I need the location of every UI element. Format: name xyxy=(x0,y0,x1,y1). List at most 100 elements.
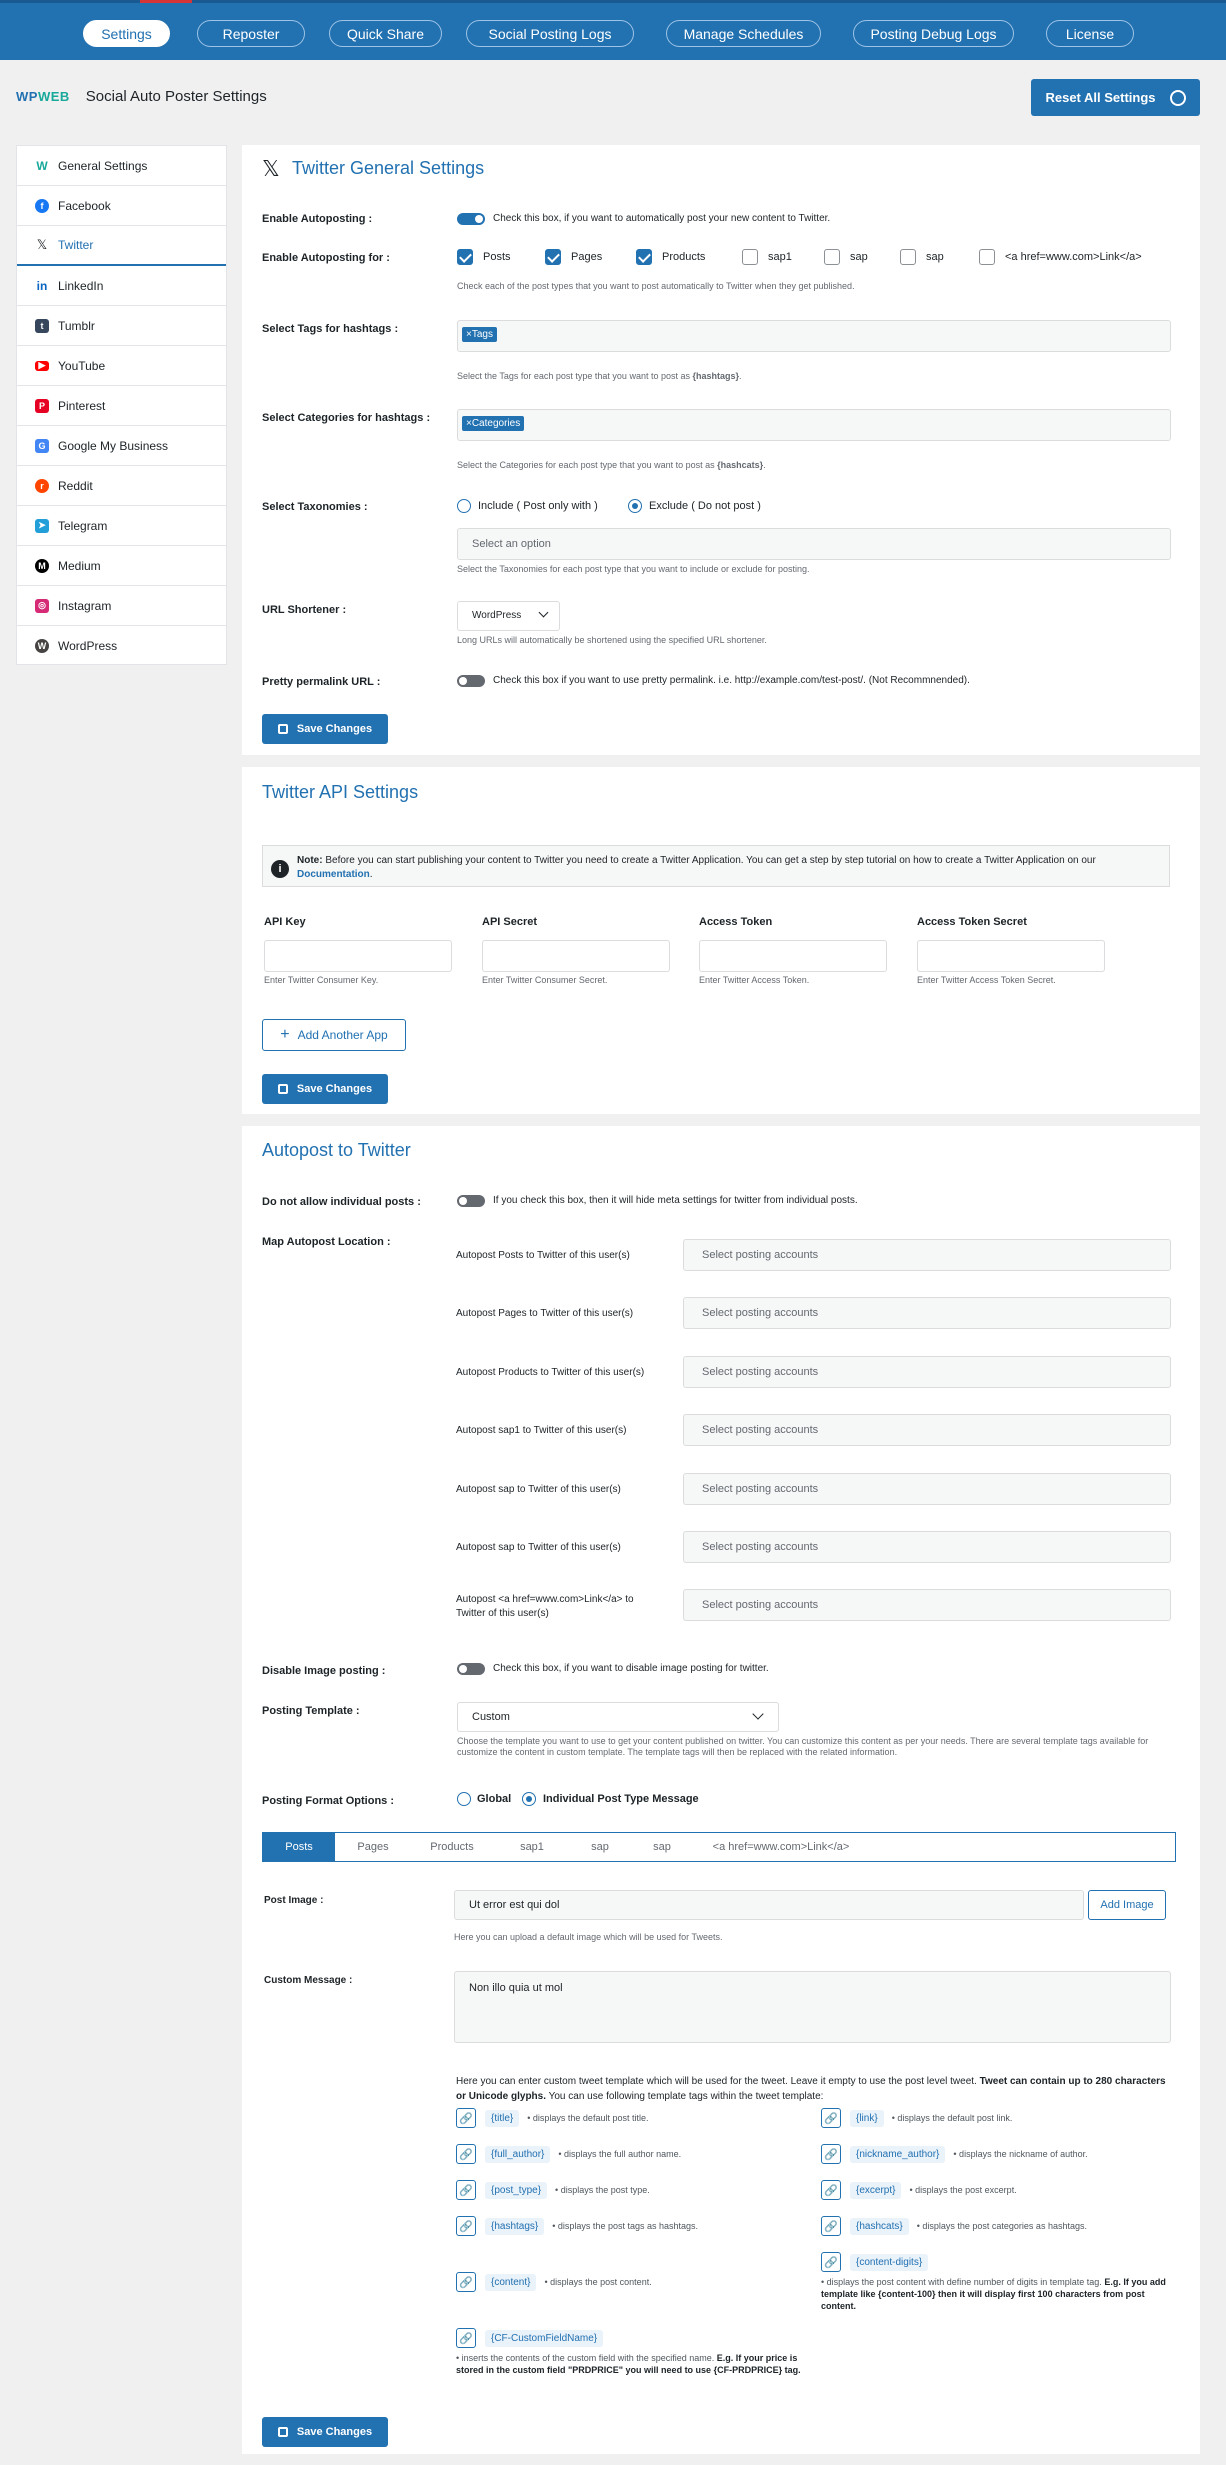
tab-products[interactable]: Products xyxy=(411,1833,493,1861)
save-icon xyxy=(277,1084,288,1094)
link-icon[interactable]: 🔗 xyxy=(456,2180,476,2200)
url-shortener-select[interactable]: WordPress xyxy=(457,601,560,631)
pretty-permalink-toggle[interactable] xyxy=(457,675,485,687)
taxonomy-exclude-radio[interactable] xyxy=(628,499,642,513)
reset-label: Reset All Settings xyxy=(1045,90,1156,105)
categories-hashtags-select[interactable]: ×Categories xyxy=(457,409,1171,441)
add-image-button[interactable]: Add Image xyxy=(1088,1890,1166,1920)
nav-posting-debug-logs[interactable]: Posting Debug Logs xyxy=(853,20,1014,47)
template-tag-chip[interactable]: {link} xyxy=(850,2109,884,2127)
template-tag-chip[interactable]: {hashtags} xyxy=(485,2217,545,2235)
format-individual-radio[interactable] xyxy=(522,1792,536,1806)
sidebar-item-pinterest[interactable]: P Pinterest xyxy=(17,386,226,426)
posting-accounts-select[interactable]: Select posting accounts xyxy=(683,1473,1171,1505)
api-key-label: API Key xyxy=(264,916,306,928)
template-tag-chip[interactable]: {excerpt} xyxy=(850,2181,902,2199)
taxonomy-include-radio[interactable] xyxy=(457,499,471,513)
sidebar-item-twitter[interactable]: 𝕏 Twitter xyxy=(17,226,226,266)
format-global-radio[interactable] xyxy=(457,1792,471,1806)
link-icon[interactable]: 🔗 xyxy=(821,2252,841,2272)
save-changes-button[interactable]: Save Changes xyxy=(262,2417,388,2447)
sidebar-item-tumblr[interactable]: t Tumblr xyxy=(17,306,226,346)
posting-accounts-select[interactable]: Select posting accounts xyxy=(683,1531,1171,1563)
template-tag-chip[interactable]: {post_type} xyxy=(485,2181,548,2199)
map-autopost-location-label: Map Autopost Location : xyxy=(262,1236,391,1248)
posttype-link-checkbox[interactable] xyxy=(979,249,995,265)
link-icon[interactable]: 🔗 xyxy=(456,2216,476,2236)
tags-hashtags-select[interactable]: ×Tags xyxy=(457,320,1171,352)
nav-reposter[interactable]: Reposter xyxy=(197,20,305,47)
sidebar-item-medium[interactable]: M Medium xyxy=(17,546,226,586)
categories-hashtags-label: Select Categories for hashtags : xyxy=(262,412,431,424)
tab-sap[interactable]: sap xyxy=(629,1833,695,1861)
tab-sap1[interactable]: sap1 xyxy=(493,1833,571,1861)
enable-autoposting-label: Enable Autoposting : xyxy=(262,213,373,225)
posttype-products-checkbox[interactable] xyxy=(636,249,652,265)
wpweb-icon: W xyxy=(35,158,49,173)
documentation-link[interactable]: Documentation xyxy=(297,869,370,880)
sidebar-item-instagram[interactable]: ◎ Instagram xyxy=(17,586,226,626)
posting-accounts-select[interactable]: Select posting accounts xyxy=(683,1297,1171,1329)
tab-link[interactable]: <a href=www.com>Link</a> xyxy=(695,1833,867,1861)
template-tag-chip[interactable]: {content-digits} xyxy=(850,2253,929,2271)
posttype-pages-checkbox[interactable] xyxy=(545,249,561,265)
sidebar-item-reddit[interactable]: r Reddit xyxy=(17,466,226,506)
template-tag-chip[interactable]: {title} xyxy=(485,2109,520,2127)
link-icon[interactable]: 🔗 xyxy=(821,2108,841,2128)
sidebar-item-google-my-business[interactable]: G Google My Business xyxy=(17,426,226,466)
posting-accounts-select[interactable]: Select posting accounts xyxy=(683,1589,1171,1621)
nav-settings[interactable]: Settings xyxy=(83,20,170,47)
sidebar-item-telegram[interactable]: ➤ Telegram xyxy=(17,506,226,546)
enable-autoposting-toggle[interactable] xyxy=(457,213,485,225)
add-another-app-button[interactable]: + Add Another App xyxy=(262,1019,406,1051)
link-icon[interactable]: 🔗 xyxy=(821,2180,841,2200)
link-icon[interactable]: 🔗 xyxy=(821,2144,841,2164)
custom-message-label: Custom Message : xyxy=(264,1975,353,1986)
no-individual-posts-toggle[interactable] xyxy=(457,1195,485,1207)
link-icon[interactable]: 🔗 xyxy=(456,2272,476,2292)
posttype-sap-checkbox[interactable] xyxy=(824,249,840,265)
sidebar-item-linkedin[interactable]: in LinkedIn xyxy=(17,266,226,306)
posttype-sap-checkbox[interactable] xyxy=(900,249,916,265)
access-token-secret-input[interactable] xyxy=(917,940,1105,972)
save-changes-button[interactable]: Save Changes xyxy=(262,1074,388,1104)
reset-all-settings-button[interactable]: Reset All Settings xyxy=(1031,79,1200,116)
tag-chip[interactable]: ×Tags xyxy=(462,327,497,342)
posting-template-select[interactable]: Custom xyxy=(457,1702,779,1732)
nav-license[interactable]: License xyxy=(1046,20,1134,47)
posting-accounts-select[interactable]: Select posting accounts xyxy=(683,1356,1171,1388)
link-icon[interactable]: 🔗 xyxy=(821,2216,841,2236)
template-tag-chip[interactable]: {full_author} xyxy=(485,2145,551,2163)
link-icon[interactable]: 🔗 xyxy=(456,2328,476,2348)
post-image-input[interactable]: Ut error est qui dol xyxy=(454,1890,1084,1920)
sidebar-item-facebook[interactable]: f Facebook xyxy=(17,186,226,226)
template-tag-chip[interactable]: {CF-CustomFieldName} xyxy=(485,2329,604,2347)
taxonomy-exclude-label: Exclude ( Do not post ) xyxy=(649,500,761,512)
access-token-input[interactable] xyxy=(699,940,887,972)
api-key-input[interactable] xyxy=(264,940,452,972)
posttype-sap1-checkbox[interactable] xyxy=(742,249,758,265)
tab-pages[interactable]: Pages xyxy=(335,1833,411,1861)
disable-image-posting-toggle[interactable] xyxy=(457,1663,485,1675)
api-secret-input[interactable] xyxy=(482,940,670,972)
template-tag-chip[interactable]: {hashcats} xyxy=(850,2217,909,2235)
custom-message-textarea[interactable]: Non illo quia ut mol xyxy=(454,1971,1171,2043)
tab-posts[interactable]: Posts xyxy=(263,1833,335,1861)
nav-social-posting-logs[interactable]: Social Posting Logs xyxy=(466,20,634,47)
link-icon[interactable]: 🔗 xyxy=(456,2144,476,2164)
category-chip[interactable]: ×Categories xyxy=(462,416,525,431)
sidebar-item-general-settings[interactable]: W General Settings xyxy=(17,146,226,186)
sidebar-item-youtube[interactable]: ▶ YouTube xyxy=(17,346,226,386)
save-changes-button[interactable]: Save Changes xyxy=(262,714,388,744)
sidebar-item-wordpress[interactable]: W WordPress xyxy=(17,626,226,666)
link-icon[interactable]: 🔗 xyxy=(456,2108,476,2128)
taxonomies-select[interactable]: Select an option xyxy=(457,528,1171,560)
nav-manage-schedules[interactable]: Manage Schedules xyxy=(666,20,821,47)
posting-accounts-select[interactable]: Select posting accounts xyxy=(683,1414,1171,1446)
tab-sap[interactable]: sap xyxy=(571,1833,629,1861)
nav-quick-share[interactable]: Quick Share xyxy=(329,20,442,47)
template-tag-chip[interactable]: {content} xyxy=(485,2273,537,2291)
posttype-posts-checkbox[interactable] xyxy=(457,249,473,265)
template-tag-chip[interactable]: {nickname_author} xyxy=(850,2145,946,2163)
posting-accounts-select[interactable]: Select posting accounts xyxy=(683,1239,1171,1271)
